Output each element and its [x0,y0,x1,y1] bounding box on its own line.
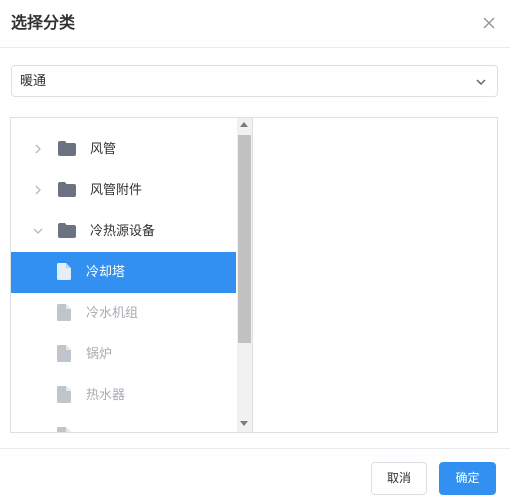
dialog-title: 选择分类 [11,13,76,32]
tree-node-leaf[interactable]: 锅炉 [11,334,236,375]
tree-node-folder[interactable]: 风管 [11,129,236,170]
confirm-button[interactable]: 确定 [439,462,496,495]
close-icon[interactable] [481,15,497,31]
document-icon [57,427,71,432]
tree-node-label: 冷热源设备 [90,224,156,239]
tree-node-leaf-partial[interactable] [11,416,236,432]
tree-node-leaf[interactable]: 热水器 [11,375,236,416]
chevron-right-icon[interactable] [33,144,43,154]
cancel-button[interactable]: 取消 [371,462,427,495]
category-tree-panel: 风管 风管附件 冷热源设备 冷却塔 冷水机组 锅炉 热水器 [10,117,498,433]
category-select[interactable]: 暖通 [11,65,498,97]
tree-scrollbar[interactable] [237,118,252,432]
folder-icon [58,141,76,156]
document-icon [57,345,71,362]
tree-node-label: 风管附件 [90,183,143,198]
document-icon [57,386,71,403]
tree-node-label: 热水器 [86,388,126,403]
chevron-down-icon [476,79,486,85]
folder-icon [58,223,76,238]
tree-node-folder[interactable]: 风管附件 [11,170,236,211]
category-tree: 风管 风管附件 冷热源设备 冷却塔 冷水机组 锅炉 热水器 [11,118,236,432]
chevron-right-icon[interactable] [33,185,43,195]
tree-node-label: 冷却塔 [86,265,126,280]
select-category-dialog: 选择分类 暖通 风管 风管附件 冷热源设备 冷却塔 冷水机组 锅炉 热水器 取消… [0,0,510,504]
scrollbar-thumb[interactable] [238,135,251,343]
tree-node-label: 风管 [90,142,117,157]
dialog-footer: 取消 确定 [0,448,510,504]
tree-node-leaf-selected[interactable]: 冷却塔 [11,252,236,293]
tree-node-folder-expanded[interactable]: 冷热源设备 [11,211,236,252]
tree-node-leaf[interactable]: 冷水机组 [11,293,236,334]
detail-panel [253,118,497,432]
chevron-down-icon[interactable] [33,226,43,236]
document-icon [57,304,71,321]
dialog-header: 选择分类 [0,0,510,48]
tree-node-label: 锅炉 [86,347,113,362]
tree-node-label: 冷水机组 [86,306,139,321]
scroll-up-arrow-icon[interactable] [240,122,248,127]
scroll-down-arrow-icon[interactable] [240,421,248,426]
folder-icon [58,182,76,197]
document-icon [57,263,71,280]
category-select-value: 暖通 [20,74,47,89]
